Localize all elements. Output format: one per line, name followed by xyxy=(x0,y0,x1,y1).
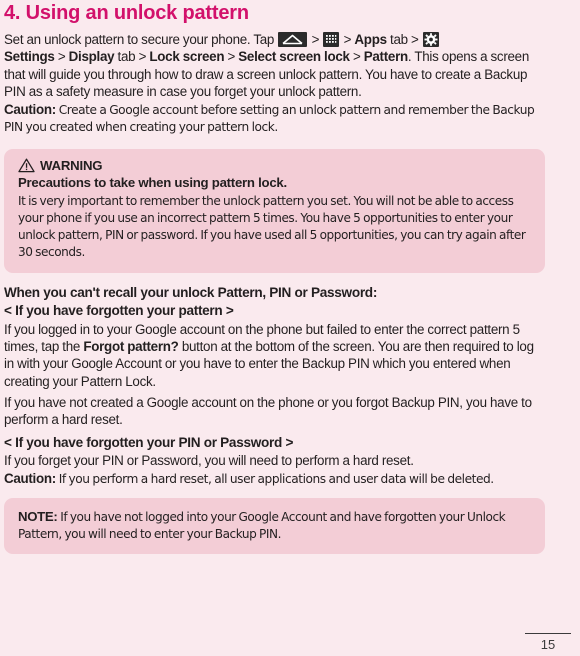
forgot-pattern-subheading: < If you have forgotten your pattern > xyxy=(4,303,234,319)
display-label: Display xyxy=(68,49,115,65)
apps-tail: tab > xyxy=(386,32,422,47)
warning-subheading: Precautions to take when using pattern l… xyxy=(18,174,287,190)
apps-label: Apps xyxy=(354,32,387,47)
forgot-pin-paragraph: If you forget your PIN or Password, you … xyxy=(4,453,414,469)
display-tail: tab > xyxy=(114,49,150,65)
home-icon xyxy=(278,32,308,47)
forgot-pattern-button-label: Forgot pattern? xyxy=(83,339,179,355)
intro-text-part1: Set an unlock pattern to secure your pho… xyxy=(4,32,278,47)
warning-triangle-icon xyxy=(18,158,35,173)
caution-hard-reset-label: Caution: xyxy=(4,471,56,487)
settings-label: Settings xyxy=(4,49,55,65)
page-title: 4. Using an unlock pattern xyxy=(4,2,249,24)
forgot-pattern-paragraph: If you logged in to your Google account … xyxy=(2,321,536,390)
sep-2: > xyxy=(340,32,355,47)
caution-top-text: Create a Google account before setting a… xyxy=(4,103,535,135)
note-label: NOTE: xyxy=(18,508,58,524)
warning-heading: WARNING xyxy=(18,158,529,173)
page-footer: 15 xyxy=(525,632,571,652)
document-page: 4. Using an unlock pattern Set an unlock… xyxy=(0,2,580,656)
recall-heading: When you can't recall your unlock Patter… xyxy=(4,284,378,300)
after-settings: > xyxy=(54,49,69,65)
select-tail: > xyxy=(349,49,364,65)
caution-top-label: Caution: xyxy=(4,102,56,118)
lock-tail: > xyxy=(224,49,239,65)
warning-body: It is very important to remember the unl… xyxy=(18,193,526,260)
note-callout: NOTE: If you have not logged into your G… xyxy=(4,497,545,555)
warning-heading-text: WARNING xyxy=(40,157,103,173)
sep-1: > xyxy=(308,32,323,47)
lock-screen-label: Lock screen xyxy=(149,49,225,65)
caution-hard-reset-paragraph: Caution: If you perform a hard reset, al… xyxy=(2,470,536,488)
warning-callout: WARNING Precautions to take when using p… xyxy=(4,148,545,273)
apps-grid-icon xyxy=(323,32,340,47)
forgot-pin-subheading: < If you have forgotten your PIN or Pass… xyxy=(4,434,294,450)
note-body: NOTE: If you have not logged into your G… xyxy=(18,508,529,544)
caution-top-paragraph: Caution: Create a Google account before … xyxy=(2,101,536,136)
gear-icon xyxy=(422,32,439,47)
pattern-label: Pattern xyxy=(363,49,408,65)
caution-hard-reset-text: If you perform a hard reset, all user ap… xyxy=(55,472,494,487)
page-number: 15 xyxy=(540,637,556,652)
note-text: If you have not logged into your Google … xyxy=(18,509,506,541)
intro-paragraph: Set an unlock pattern to secure your pho… xyxy=(2,31,536,100)
select-screen-lock-label: Select screen lock xyxy=(238,49,350,65)
footer-rule xyxy=(525,632,571,634)
no-google-account-paragraph: If you have not created a Google account… xyxy=(4,394,532,428)
